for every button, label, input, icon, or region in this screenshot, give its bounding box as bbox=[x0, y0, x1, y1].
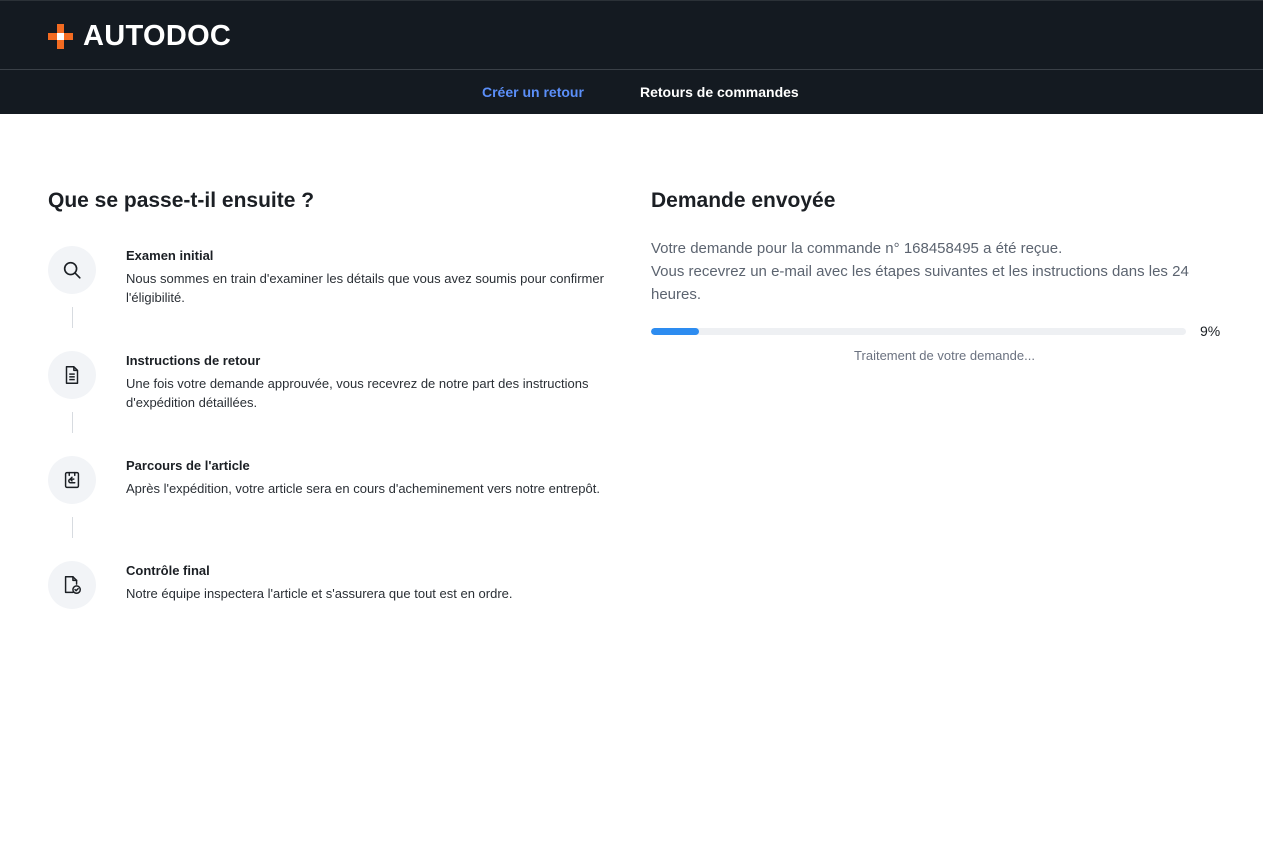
email-notice-line: Vous recevrez un e-mail avec les étapes … bbox=[651, 263, 1189, 303]
progress-bar-fill bbox=[651, 328, 700, 335]
document-icon bbox=[48, 351, 96, 399]
step-description: Nous sommes en train d'examiner les déta… bbox=[126, 271, 604, 305]
plus-icon bbox=[48, 23, 73, 49]
document-check-icon bbox=[48, 561, 96, 609]
progress-percent: 9% bbox=[1200, 323, 1221, 339]
package-return-icon bbox=[48, 456, 96, 504]
step-connector bbox=[72, 412, 73, 433]
step-description: Notre équipe inspectera l'article et s'a… bbox=[126, 586, 513, 601]
nav-create-return[interactable]: Créer un retour bbox=[482, 84, 584, 100]
request-confirmation-message: Votre demande pour la commande n° 168458… bbox=[651, 237, 1231, 306]
step-title: Contrôle final bbox=[126, 563, 210, 578]
step-title: Parcours de l'article bbox=[126, 458, 250, 473]
step-description: Une fois votre demande approuvée, vous r… bbox=[126, 376, 589, 410]
top-header: AUTODOC Créer un retour Retours de comma… bbox=[0, 0, 1263, 114]
step-title: Examen initial bbox=[126, 248, 214, 263]
confirmation-line: Votre demande pour la commande n° 168458… bbox=[651, 240, 1063, 257]
next-steps-title: Que se passe-t-il ensuite ? bbox=[48, 189, 315, 212]
request-sent-title: Demande envoyée bbox=[651, 189, 836, 212]
step-connector bbox=[72, 307, 73, 328]
step-connector bbox=[72, 517, 73, 538]
progress-bar bbox=[651, 328, 1186, 335]
processing-status: Traitement de votre demande... bbox=[854, 348, 1035, 363]
brand-name: AUTODOC bbox=[83, 19, 232, 52]
nav-order-returns[interactable]: Retours de commandes bbox=[640, 84, 799, 100]
main-nav: Créer un retour Retours de commandes bbox=[0, 84, 1263, 104]
header-divider bbox=[0, 69, 1263, 70]
step-description: Après l'expédition, votre article sera e… bbox=[126, 481, 600, 496]
autodoc-logo[interactable]: AUTODOC bbox=[48, 19, 232, 52]
search-icon bbox=[48, 246, 96, 294]
step-title: Instructions de retour bbox=[126, 353, 261, 368]
